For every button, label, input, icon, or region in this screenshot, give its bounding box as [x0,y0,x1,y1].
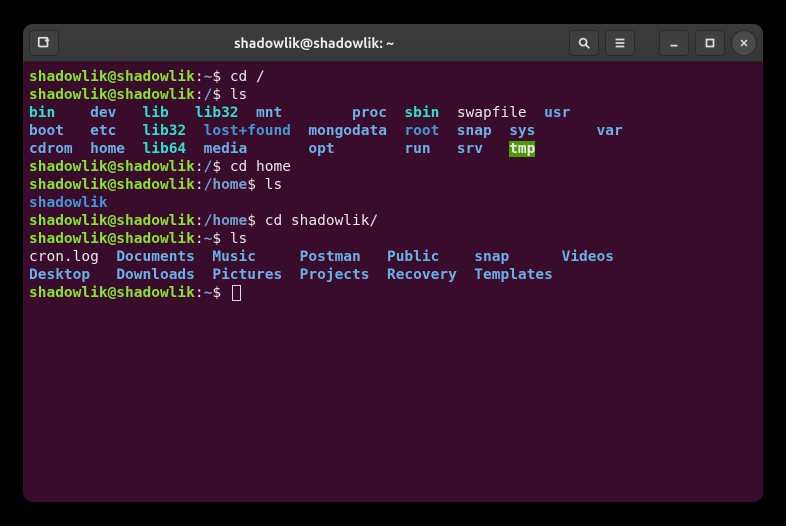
ls-entry: Music [212,249,299,265]
ls-entry: lib64 [143,141,204,157]
ls-entry: srv [457,141,509,157]
ls-entry: Pictures [212,267,299,283]
search-button[interactable] [569,30,599,56]
ls-entry: dev [90,105,142,121]
prompt-colon: : [195,285,204,301]
command-text: cd / [230,69,265,85]
prompt-userhost: shadowlik@shadowlik [29,69,195,85]
ls-entry: lib32 [195,105,256,121]
ls-row: cdrom home lib64 media opt run srv tmp [29,140,757,158]
ls-row: Desktop Downloads Pictures Projects Reco… [29,266,757,284]
prompt-dollar: $ [247,177,256,193]
ls-row: shadowlik [29,194,757,212]
window-title: shadowlik@shadowlik: ~ [65,35,563,51]
ls-entry: Recovery [387,267,474,283]
prompt-colon: : [195,213,204,229]
terminal-body[interactable]: shadowlik@shadowlik:~$ cd /shadowlik@sha… [23,62,763,502]
menu-button[interactable] [605,30,635,56]
prompt-path: /home [204,177,248,193]
prompt-userhost: shadowlik@shadowlik [29,231,195,247]
ls-entry: Downloads [116,267,212,283]
ls-entry: home [90,141,142,157]
prompt-line: shadowlik@shadowlik:/home$ cd shadowlik/ [29,212,757,230]
ls-entry: Public [387,249,474,265]
maximize-button[interactable] [695,30,725,56]
prompt-userhost: shadowlik@shadowlik [29,159,195,175]
ls-entry: proc [352,105,404,121]
ls-entry: shadowlik [29,195,108,211]
ls-entry: snap [474,249,561,265]
prompt-dollar: $ [212,87,221,103]
command-text: cd shadowlik/ [265,213,379,229]
command-text: ls [230,87,247,103]
prompt-line: shadowlik@shadowlik:/$ ls [29,86,757,104]
ls-entry: lost+found [204,123,309,139]
ls-entry: run [404,141,456,157]
ls-entry: Desktop [29,267,116,283]
prompt-line: shadowlik@shadowlik:~$ ls [29,230,757,248]
ls-entry: cron.log [29,249,116,265]
prompt-dollar: $ [212,69,221,85]
ls-entry: sbin [404,105,456,121]
ls-entry: snap [457,123,509,139]
ls-entry: mongodata [308,123,404,139]
command-text: ls [265,177,282,193]
prompt-dollar: $ [212,231,221,247]
ls-entry: lib [143,105,195,121]
ls-entry: Projects [300,267,387,283]
ls-entry: Postman [300,249,387,265]
prompt-dollar: $ [247,213,256,229]
ls-row: cron.log Documents Music Postman Public … [29,248,757,266]
ls-entry: var [597,123,623,139]
ls-entry: Videos [562,249,614,265]
ls-entry: root [404,123,456,139]
ls-entry: tmp [509,141,535,157]
ls-entry: swapfile [457,105,544,121]
ls-row: boot etc lib32 lost+found mongodata root… [29,122,757,140]
prompt-line: shadowlik@shadowlik:/home$ ls [29,176,757,194]
ls-entry: bin [29,105,90,121]
ls-entry: opt [308,141,404,157]
ls-entry: media [204,141,309,157]
prompt-userhost: shadowlik@shadowlik [29,213,195,229]
cursor [232,285,241,301]
ls-entry: sys [509,123,596,139]
command-text: ls [230,231,247,247]
prompt-colon: : [195,177,204,193]
close-button[interactable] [731,30,757,56]
prompt-path: /home [204,213,248,229]
prompt-colon: : [195,87,204,103]
prompt-dollar: $ [212,285,221,301]
ls-entry: mnt [256,105,352,121]
minimize-button[interactable] [659,30,689,56]
command-text: cd home [230,159,291,175]
prompt-line: shadowlik@shadowlik:/$ cd home [29,158,757,176]
new-tab-button[interactable] [29,30,59,56]
prompt-userhost: shadowlik@shadowlik [29,87,195,103]
prompt-colon: : [195,231,204,247]
prompt-userhost: shadowlik@shadowlik [29,177,195,193]
ls-row: bin dev lib lib32 mnt proc sbin swapfile… [29,104,757,122]
ls-entry: boot [29,123,90,139]
ls-entry: usr [544,105,570,121]
prompt-dollar: $ [212,159,221,175]
ls-entry: lib32 [143,123,204,139]
ls-entry: Documents [116,249,212,265]
terminal-window: shadowlik@shadowlik: ~ shadowlik@shadowl… [23,24,763,502]
prompt-colon: : [195,69,204,85]
titlebar: shadowlik@shadowlik: ~ [23,24,763,62]
prompt-colon: : [195,159,204,175]
ls-entry: Templates [474,267,561,283]
ls-entry: cdrom [29,141,90,157]
prompt-line: shadowlik@shadowlik:~$ cd / [29,68,757,86]
prompt-line: shadowlik@shadowlik:~$ [29,284,757,302]
ls-entry: etc [90,123,142,139]
prompt-userhost: shadowlik@shadowlik [29,285,195,301]
